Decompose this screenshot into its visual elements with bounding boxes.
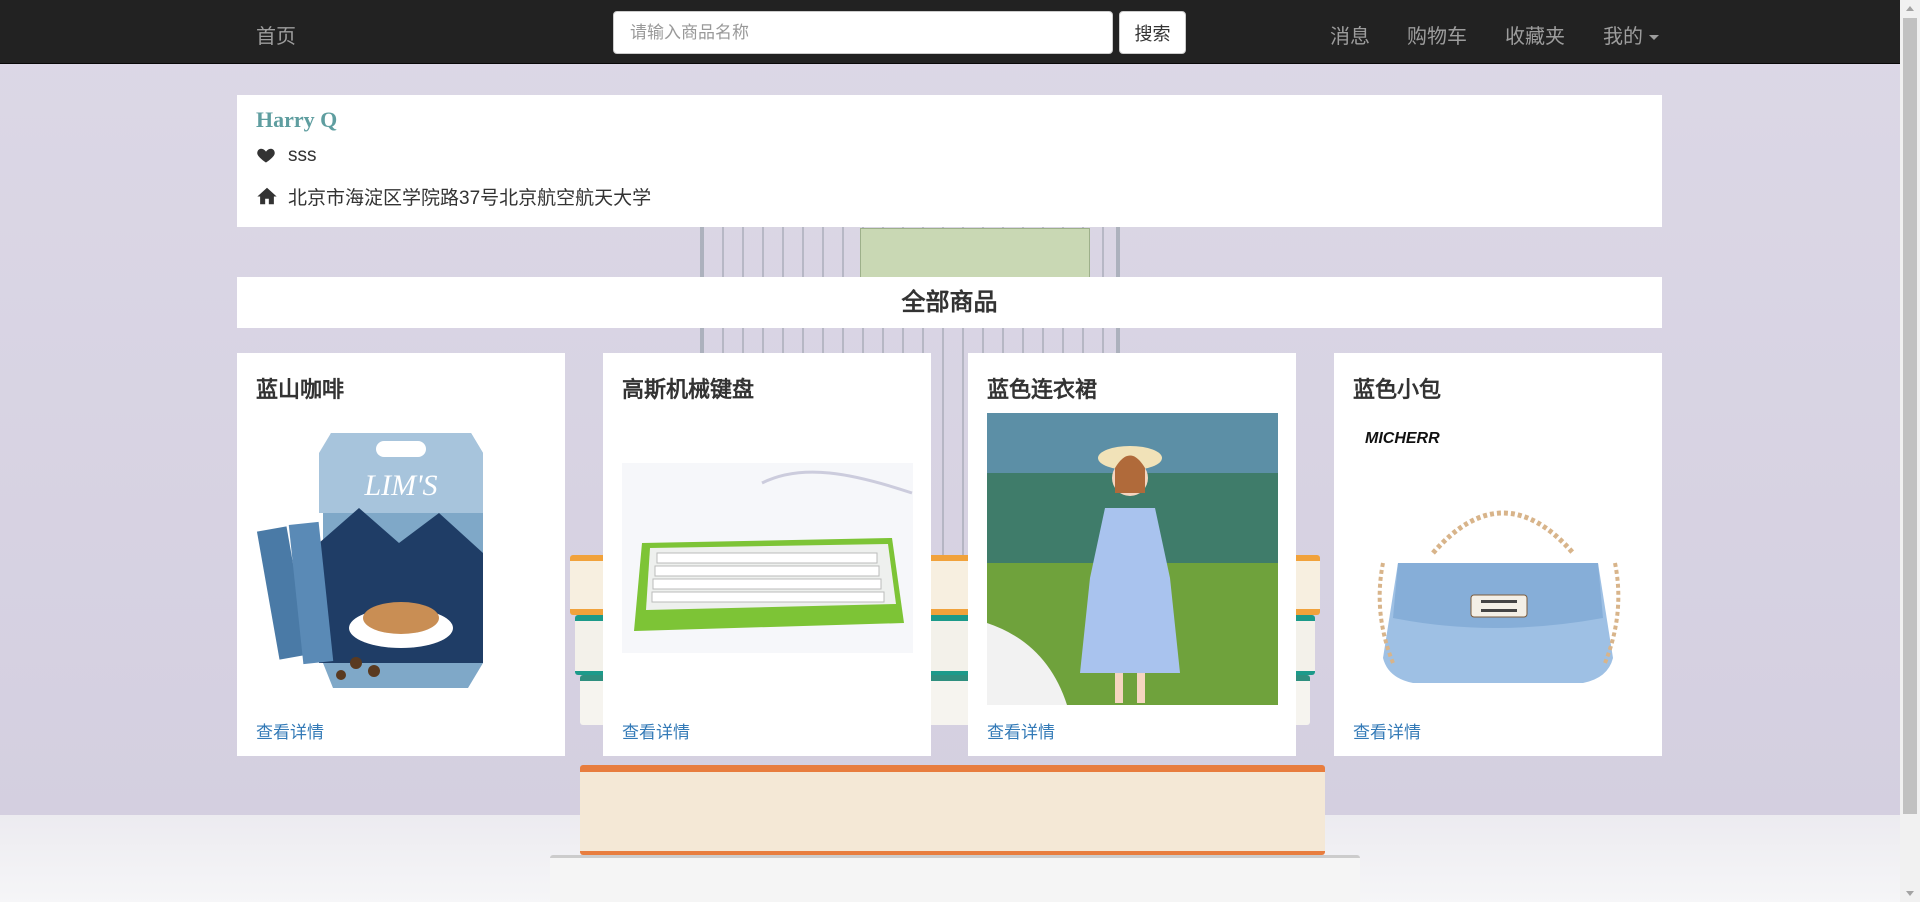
caret-down-icon [1649,35,1659,41]
scroll-up-arrow-icon[interactable] [1906,6,1914,11]
nav-home-link[interactable]: 首页 [256,20,296,49]
product-title: 蓝色小包 [1353,377,1442,402]
nav-favorites-link[interactable]: 收藏夹 [1505,20,1565,49]
scrollbar-thumb[interactable] [1903,18,1917,814]
heart-icon [256,145,278,167]
product-detail-link[interactable]: 查看详情 [256,718,324,743]
svg-text:MICHERR: MICHERR [1365,430,1440,447]
background-book [580,765,1325,855]
product-image-dress[interactable] [987,413,1278,705]
search-button[interactable]: 搜索 [1119,11,1186,54]
profile-name: Harry Q [256,107,338,132]
search-input[interactable] [613,11,1113,54]
section-title: 全部商品 [237,277,1662,328]
nav-messages-link[interactable]: 消息 [1330,20,1370,49]
profile-address: 北京市海淀区学院路37号北京航空航天大学 [288,187,652,209]
svg-text:LIM'S: LIM'S [363,469,437,502]
product-title: 高斯机械键盘 [622,377,755,402]
product-card: 蓝色小包 MICHERR 查看详情 [1334,353,1662,756]
product-image-keyboard[interactable] [622,413,913,705]
product-detail-link[interactable]: 查看详情 [622,718,690,743]
product-detail-link[interactable]: 查看详情 [1353,718,1421,743]
nav-cart-link[interactable]: 购物车 [1407,20,1467,49]
product-image-bag[interactable]: MICHERR [1353,413,1644,705]
home-icon [256,185,278,207]
product-title: 蓝山咖啡 [256,377,345,402]
nav-mine-label: 我的 [1603,26,1643,48]
nav-mine-dropdown[interactable]: 我的 [1603,20,1659,49]
profile-address-row: 北京市海淀区学院路37号北京航空航天大学 [256,184,1643,209]
user-profile-panel: Harry Q sss 北京市海淀区学院路37号北京航空航天大学 [237,95,1662,227]
scroll-down-arrow-icon[interactable] [1906,891,1914,896]
product-card: 蓝色连衣裙 查看详情 [968,353,1296,756]
profile-signature-row: sss [256,144,1643,168]
background-book [550,855,1360,902]
product-detail-link[interactable]: 查看详情 [987,718,1055,743]
vertical-scrollbar[interactable] [1900,0,1920,902]
product-card: 蓝山咖啡 LIM'S 查看详情 [237,353,565,756]
profile-signature: sss [288,145,317,166]
product-card: 高斯机械键盘 查看详情 [603,353,931,756]
top-navbar: 首页 搜索 消息 购物车 收藏夹 我的 [0,0,1900,64]
product-image-coffee[interactable]: LIM'S [256,413,547,705]
product-title: 蓝色连衣裙 [987,377,1098,402]
